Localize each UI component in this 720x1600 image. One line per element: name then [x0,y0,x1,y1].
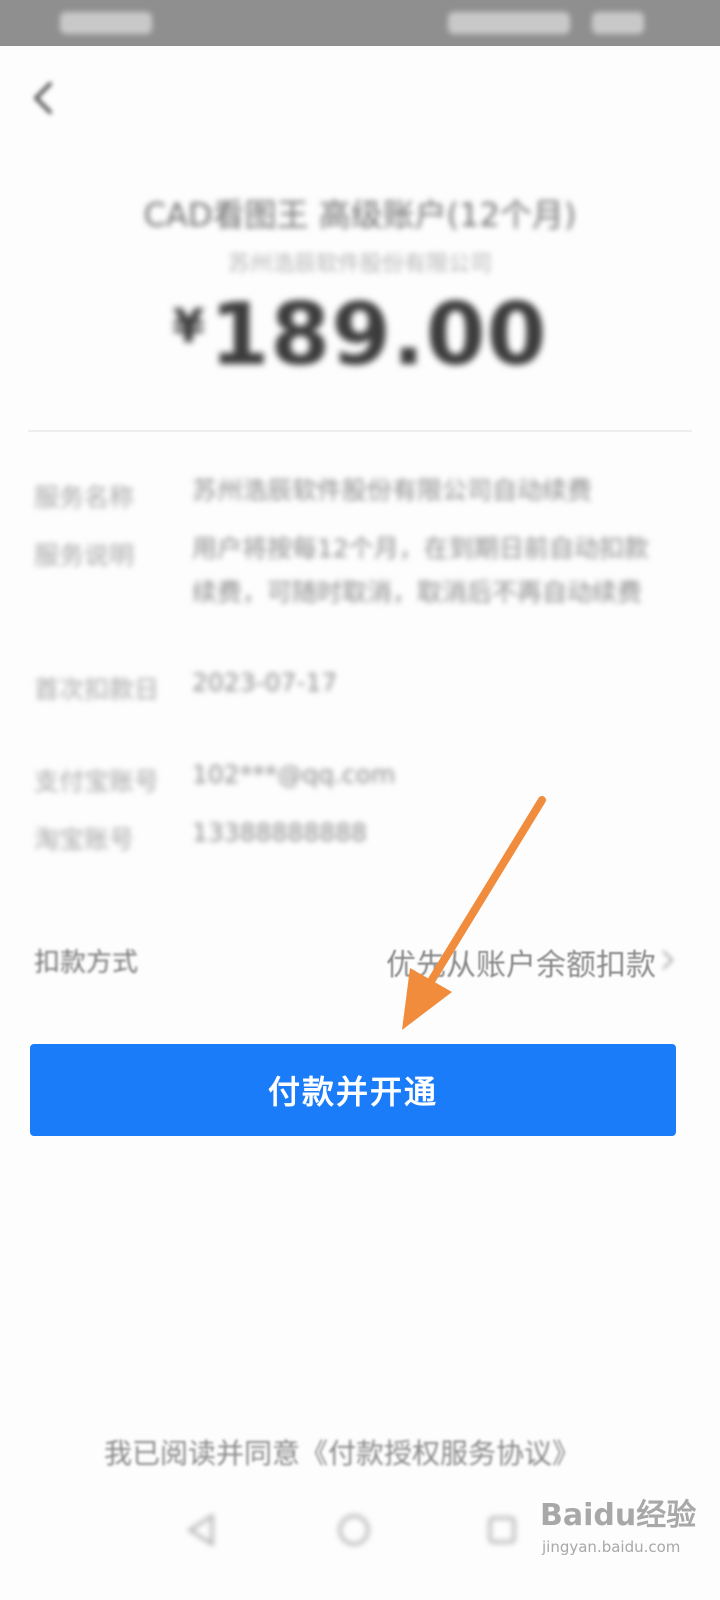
status-left-indicators [60,12,152,34]
section-divider [28,430,692,432]
status-time [592,12,644,34]
detail-value-taobao-account: 13388888888 [192,818,367,847]
pay-and-activate-button[interactable]: 付款并开通 [30,1044,676,1136]
baidu-jingyan-logo: Baidu经验 [540,1498,697,1533]
detail-label-alipay-account: 支付宝账号 [34,767,160,796]
annotation-arrow-icon [402,796,546,1030]
watermark-url: jingyan.baidu.com [542,1538,681,1556]
chevron-right-icon[interactable] [660,948,676,972]
merchant-name: 苏州浩辰软件股份有限公司 [227,252,492,277]
status-bar [0,0,720,46]
currency-symbol: ¥ [172,299,206,353]
detail-value-first-deduction: 2023-07-17 [192,668,338,697]
detail-value-service-name: 苏州浩辰软件股份有限公司自动续费 [192,476,593,505]
detail-label-taobao-account: 淘宝账号 [34,825,135,854]
payment-amount: ¥189.00 [0,285,720,385]
detail-value-alipay-account: 102***@qq.com [192,760,396,789]
payment-method-label: 扣款方式 [34,948,139,978]
detail-label-first-deduction: 首次扣款日 [34,675,160,704]
amount-value: 189.00 [209,285,548,385]
detail-value-service-desc: 用户将按每12个月，在到期日前自动扣款续费，可随时取消，取消后不再自动续费 [192,534,649,607]
agreement-link[interactable]: 我已阅读并同意《付款授权服务协议》 [104,1432,580,1472]
detail-label-service-name: 服务名称 [34,483,135,512]
baidu-jingyan-watermark: Baidu经验 jingyan.baidu.com [540,1490,715,1590]
detail-label-service-desc: 服务说明 [34,541,135,570]
nav-back-icon[interactable] [182,1510,222,1550]
nav-home-icon[interactable] [334,1510,374,1550]
product-title: CAD看图王 高级账户(12个月) [143,196,577,234]
payment-screen: CAD看图王 高级账户(12个月) 苏州浩辰软件股份有限公司 ¥189.00 服… [0,0,720,1600]
status-right-indicators [448,12,570,34]
nav-recent-icon[interactable] [482,1510,522,1550]
back-chevron-icon[interactable] [28,78,60,118]
